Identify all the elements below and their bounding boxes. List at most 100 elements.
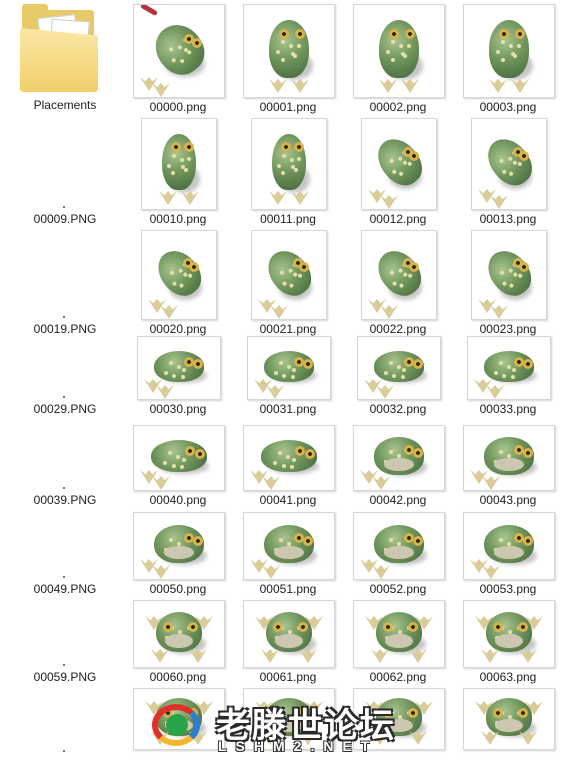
file-name: 00050.png bbox=[149, 582, 207, 596]
frog-eye-icon bbox=[412, 447, 423, 458]
frog-sprite-thumbnail bbox=[133, 4, 225, 98]
frog-foot bbox=[511, 79, 529, 93]
frog-eye-icon bbox=[304, 448, 315, 459]
frog-sprite-thumbnail bbox=[137, 336, 221, 400]
frog-foot bbox=[261, 649, 279, 663]
file-label[interactable]: 00049.PNG bbox=[10, 582, 120, 596]
frog-sprite-thumbnail bbox=[353, 425, 445, 491]
frog-eye-icon bbox=[302, 535, 313, 546]
frog-body bbox=[479, 242, 539, 304]
frog-foot bbox=[250, 559, 268, 573]
frog-foot bbox=[254, 379, 272, 393]
frog-foot bbox=[270, 305, 288, 319]
frog-eye-icon bbox=[184, 446, 195, 457]
file-label[interactable]: 00059.PNG bbox=[10, 670, 120, 684]
frog-foot bbox=[368, 299, 386, 313]
file-name: 00033.png bbox=[479, 402, 537, 416]
frog-foot bbox=[368, 189, 386, 203]
frog-foot bbox=[291, 79, 309, 93]
frog-foot bbox=[266, 385, 284, 399]
frog-foot bbox=[148, 299, 166, 313]
frog-sprite-thumbnail bbox=[243, 4, 335, 98]
folder-label[interactable]: Placements bbox=[10, 98, 120, 112]
frog-sprite-thumbnail bbox=[251, 118, 327, 210]
file-dot-icon bbox=[63, 664, 65, 666]
file-label[interactable]: 00029.PNG bbox=[10, 402, 120, 416]
frog-foot bbox=[489, 79, 507, 93]
file-name: 00012.png bbox=[369, 212, 427, 226]
file-dot-icon bbox=[63, 206, 65, 208]
frog-sprite-thumbnail bbox=[361, 118, 437, 210]
frog-foot bbox=[258, 299, 276, 313]
frog-foot bbox=[379, 79, 397, 93]
frog-body bbox=[488, 20, 530, 78]
file-name: 00010.png bbox=[149, 212, 207, 226]
frog-eye-icon bbox=[388, 29, 399, 40]
file-name: 00032.png bbox=[369, 402, 427, 416]
frog-sprite-thumbnail bbox=[353, 600, 445, 668]
frog-eye-icon bbox=[191, 37, 202, 48]
frog-foot bbox=[470, 470, 488, 484]
file-label[interactable]: 00039.PNG bbox=[10, 493, 120, 507]
frog-body bbox=[378, 20, 420, 78]
frog-sprite-thumbnail bbox=[361, 230, 437, 320]
file-dot-icon bbox=[63, 576, 65, 578]
file-label[interactable]: 00019.PNG bbox=[10, 322, 120, 336]
frog-foot bbox=[152, 83, 170, 97]
frog-foot bbox=[151, 649, 169, 663]
file-name: 00041.png bbox=[259, 493, 317, 507]
frog-foot bbox=[152, 476, 170, 490]
file-name: 00000.png bbox=[149, 100, 207, 114]
frog-foot bbox=[291, 191, 309, 205]
frog-foot bbox=[159, 191, 177, 205]
file-dot-icon bbox=[63, 750, 65, 752]
frog-sprite-thumbnail bbox=[357, 336, 441, 400]
frog-foot bbox=[380, 195, 398, 209]
frog-foot bbox=[364, 379, 382, 393]
frog-eye-icon bbox=[522, 535, 533, 546]
frog-body bbox=[149, 242, 209, 304]
frog-eye-icon bbox=[498, 29, 509, 40]
frog-sprite-thumbnail bbox=[141, 230, 217, 320]
frog-body bbox=[268, 20, 310, 78]
frog-foot bbox=[372, 476, 390, 490]
frog-foot bbox=[478, 299, 496, 313]
frog-body bbox=[369, 242, 429, 304]
frog-foot bbox=[470, 559, 488, 573]
file-name: 00020.png bbox=[149, 322, 207, 336]
file-name: 00040.png bbox=[149, 493, 207, 507]
frog-foot bbox=[269, 79, 287, 93]
frog-sprite-thumbnail bbox=[463, 512, 555, 580]
frog-sprite-thumbnail bbox=[243, 425, 335, 491]
frog-eye-icon bbox=[278, 29, 289, 40]
frog-foot bbox=[490, 305, 508, 319]
file-name: 00031.png bbox=[259, 402, 317, 416]
file-label[interactable]: 00009.PNG bbox=[10, 212, 120, 226]
file-name: 00003.png bbox=[479, 100, 537, 114]
frog-foot bbox=[401, 79, 419, 93]
frog-foot bbox=[144, 379, 162, 393]
folder-placements[interactable] bbox=[20, 2, 98, 94]
frog-foot bbox=[482, 565, 500, 579]
frog-foot bbox=[474, 379, 492, 393]
frog-sprite-thumbnail bbox=[467, 336, 551, 400]
frog-sprite-thumbnail bbox=[471, 118, 547, 210]
frog-foot bbox=[262, 565, 280, 579]
frog-foot bbox=[481, 649, 499, 663]
frog-belly bbox=[494, 718, 524, 732]
frog-sprite-thumbnail bbox=[247, 336, 331, 400]
frog-eye-icon bbox=[492, 707, 503, 718]
frog-foot bbox=[486, 385, 504, 399]
file-name: 00013.png bbox=[479, 212, 537, 226]
file-name: 00043.png bbox=[479, 493, 537, 507]
watermark-logo-icon bbox=[148, 700, 206, 750]
file-name: 00042.png bbox=[369, 493, 427, 507]
frog-sprite-thumbnail bbox=[463, 600, 555, 668]
file-name: 00052.png bbox=[369, 582, 427, 596]
frog-sprite-thumbnail bbox=[463, 688, 555, 750]
frog-foot bbox=[140, 559, 158, 573]
frog-sprite-thumbnail bbox=[243, 512, 335, 580]
frog-eye-icon bbox=[162, 621, 173, 632]
file-grid: Placements 00000.png 00001.png 00002.png 00… bbox=[0, 0, 563, 760]
frog-sprite-thumbnail bbox=[141, 118, 217, 210]
